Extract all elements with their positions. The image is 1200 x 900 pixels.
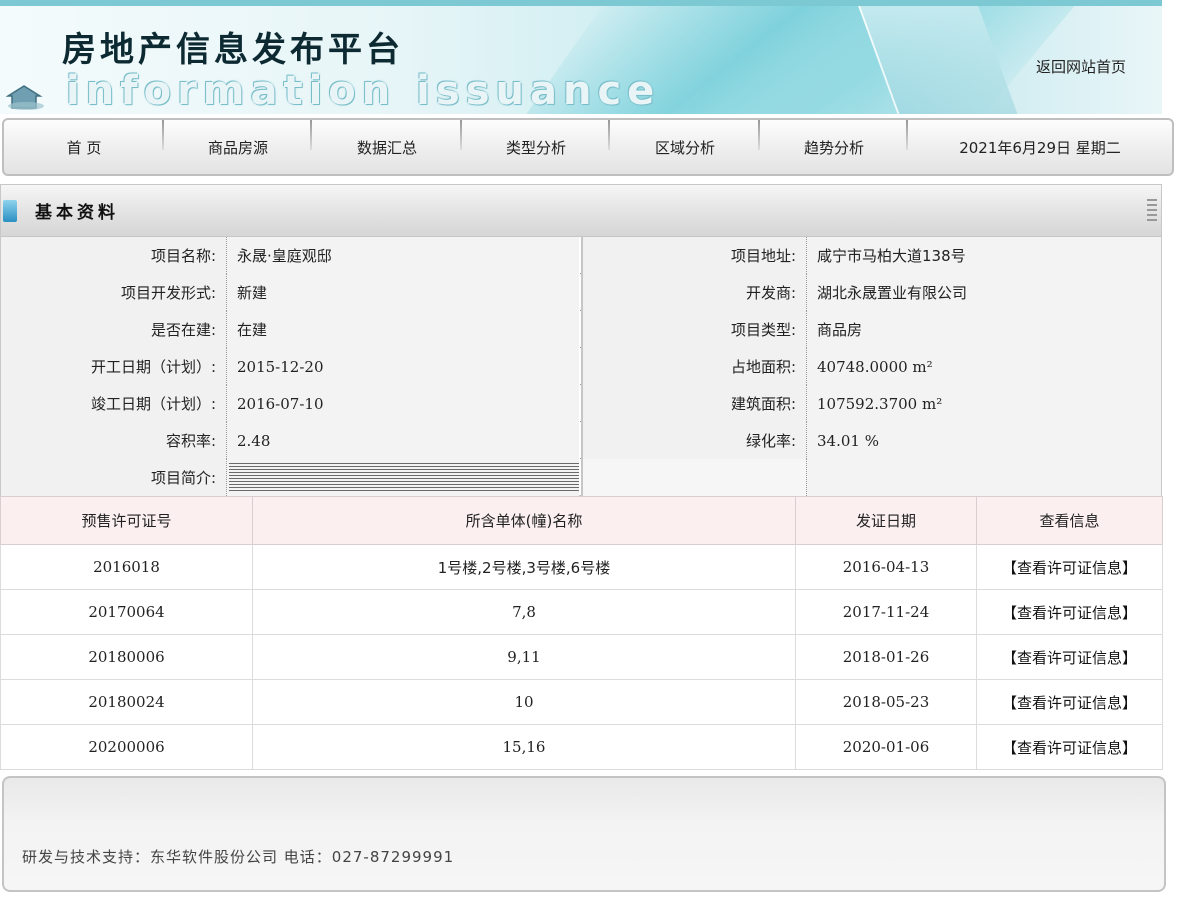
nav-item-listings[interactable]: 商品房源 [164,120,312,174]
permit-date: 2017-11-24 [795,589,977,635]
permit-date: 2018-05-23 [795,679,977,725]
info-row: 项目名称: 永晟·皇庭观邸 项目地址: 咸宁市马柏大道138号 [1,237,1161,274]
intro-text-block [229,463,579,493]
start-date-value: 2015-12-20 [226,348,579,385]
dev-form-label: 项目开发形式: [1,274,226,311]
table-header-row: 预售许可证号 所含单体(幢)名称 发证日期 查看信息 [0,496,1163,545]
col-buildings: 所含单体(幢)名称 [252,496,796,545]
current-date: 2021年6月29日 星期二 [959,138,1121,157]
building-area-label: 建筑面积: [581,385,806,422]
permit-number: 20200006 [0,724,253,770]
nav-item-region-analysis[interactable]: 区域分析 [610,120,760,174]
start-date-label: 开工日期（计划）: [1,348,226,385]
header-banner: 房地产信息发布平台 information issuance 返回网站首页 [0,0,1162,114]
permit-buildings: 1号楼,2号楼,3号楼,6号楼 [252,544,796,590]
permit-buildings: 7,8 [252,589,796,635]
project-type-value: 商品房 [806,311,1161,348]
table-row: 20200006 15,16 2020-01-06 【查看许可证信息】 [0,724,1163,770]
footer-support-text: 研发与技术支持：东华软件股份公司 电话：027-87299991 [22,848,455,866]
building-area-value: 107592.3700 m² [806,385,1161,422]
table-row: 2016018 1号楼,2号楼,3号楼,6号楼 2016-04-13 【查看许可… [0,544,1163,590]
finish-date-value: 2016-07-10 [226,385,579,422]
permit-buildings: 10 [252,679,796,725]
finish-date-label: 竣工日期（计划）: [1,385,226,422]
view-permit-link[interactable]: 【查看许可证信息】 [1002,559,1137,577]
site-title: 房地产信息发布平台 [62,30,404,70]
section-marker-icon [3,199,17,222]
permit-date: 2016-04-13 [795,544,977,590]
view-permit-link[interactable]: 【查看许可证信息】 [1002,604,1137,622]
dev-form-value: 新建 [226,274,579,311]
nav-item-trend-analysis[interactable]: 趋势分析 [760,120,908,174]
green-ratio-label: 绿化率: [581,422,806,459]
nav-date: 2021年6月29日 星期二 [908,120,1172,174]
section-title: 基本资料 [35,203,119,223]
permit-number: 2016018 [0,544,253,590]
view-permit-link[interactable]: 【查看许可证信息】 [1002,649,1137,667]
info-row: 开工日期（计划）: 2015-12-20 占地面积: 40748.0000 m² [1,348,1161,385]
footer: 研发与技术支持：东华软件股份公司 电话：027-87299991 [2,776,1166,892]
info-row: 竣工日期（计划）: 2016-07-10 建筑面积: 107592.3700 m… [1,385,1161,422]
intro-label: 项目简介: [1,459,226,496]
developer-label: 开发商: [581,274,806,311]
under-construction-label: 是否在建: [1,311,226,348]
project-name-value: 永晟·皇庭观邸 [226,237,579,274]
house-logo-icon [6,85,44,110]
table-row: 20180024 10 2018-05-23 【查看许可证信息】 [0,679,1163,725]
col-issue-date: 发证日期 [795,496,977,545]
empty-cell [581,459,806,496]
developer-value: 湖北永晟置业有限公司 [806,274,1161,311]
permit-number: 20180024 [0,679,253,725]
view-permit-link[interactable]: 【查看许可证信息】 [1002,694,1137,712]
nav-item-home[interactable]: 首 页 [4,120,164,174]
view-permit-link[interactable]: 【查看许可证信息】 [1002,739,1137,757]
col-view-info: 查看信息 [976,496,1163,545]
info-row: 容积率: 2.48 绿化率: 34.01 % [1,422,1161,459]
project-name-label: 项目名称: [1,237,226,274]
nav-item-type-analysis[interactable]: 类型分析 [462,120,610,174]
site-subtitle: information issuance [66,68,661,114]
presale-permit-table: 预售许可证号 所含单体(幢)名称 发证日期 查看信息 2016018 1号楼,2… [0,496,1163,770]
section-header: 基本资料 [1,185,1161,237]
info-row: 项目简介: [1,459,1161,496]
land-area-value: 40748.0000 m² [806,348,1161,385]
project-type-label: 项目类型: [581,311,806,348]
main-nav: 首 页 商品房源 数据汇总 类型分析 区域分析 趋势分析 2021年6月29日 … [2,118,1174,176]
info-row: 项目开发形式: 新建 开发商: 湖北永晟置业有限公司 [1,274,1161,311]
info-row: 是否在建: 在建 项目类型: 商品房 [1,311,1161,348]
table-row: 20170064 7,8 2017-11-24 【查看许可证信息】 [0,589,1163,635]
under-construction-value: 在建 [226,311,579,348]
back-to-home-link[interactable]: 返回网站首页 [1036,56,1126,77]
intro-value [226,459,579,496]
permit-number: 20170064 [0,589,253,635]
permit-date: 2018-01-26 [795,634,977,680]
nav-item-data-summary[interactable]: 数据汇总 [312,120,462,174]
permit-buildings: 15,16 [252,724,796,770]
permit-buildings: 9,11 [252,634,796,680]
table-row: 20180006 9,11 2018-01-26 【查看许可证信息】 [0,634,1163,680]
green-ratio-value: 34.01 % [806,422,1161,459]
basic-info-panel: 基本资料 项目名称: 永晟·皇庭观邸 项目地址: 咸宁市马柏大道138号 项目开… [0,184,1162,496]
plot-ratio-label: 容积率: [1,422,226,459]
permit-date: 2020-01-06 [795,724,977,770]
project-address-value: 咸宁市马柏大道138号 [806,237,1161,274]
empty-cell [806,459,1161,496]
project-address-label: 项目地址: [581,237,806,274]
info-grid: 项目名称: 永晟·皇庭观邸 项目地址: 咸宁市马柏大道138号 项目开发形式: … [1,237,1161,497]
plot-ratio-value: 2.48 [226,422,579,459]
permit-number: 20180006 [0,634,253,680]
land-area-label: 占地面积: [581,348,806,385]
col-permit-number: 预售许可证号 [0,496,253,545]
grip-icon [1147,199,1157,223]
